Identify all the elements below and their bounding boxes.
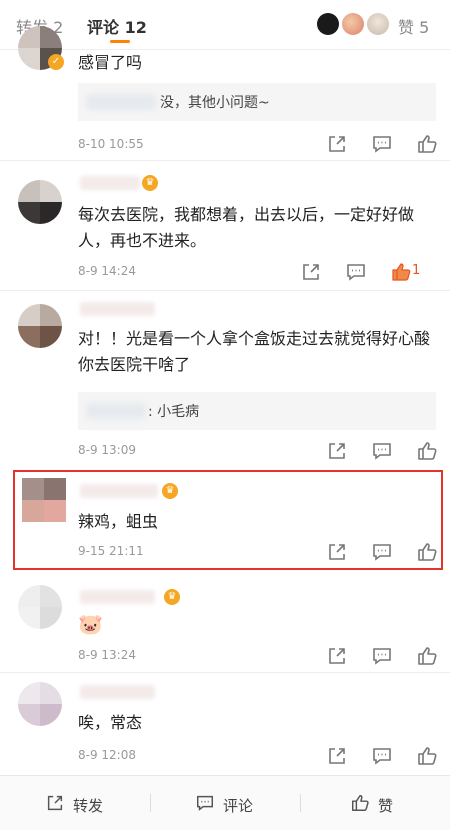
bottom-action-bar: 转发 评论 赞	[0, 775, 450, 830]
comment-time: 8-9 13:09	[78, 443, 136, 457]
divider	[0, 160, 450, 161]
tab-comments[interactable]: 评论 12	[87, 14, 147, 38]
author-name[interactable]	[80, 176, 140, 190]
avatar[interactable]	[18, 304, 62, 348]
comment-actions	[326, 645, 438, 667]
comment-actions	[326, 440, 438, 462]
author-name[interactable]	[80, 302, 155, 316]
comment-actions	[326, 133, 438, 155]
comment-time: 8-9 13:24	[78, 648, 136, 662]
comment-icon[interactable]	[371, 745, 393, 767]
comment-emoji: 🐷	[78, 612, 103, 636]
tab-likes[interactable]: 赞 5	[398, 14, 429, 38]
comment-actions: 1	[300, 261, 420, 283]
share-icon[interactable]	[326, 440, 348, 462]
author-name[interactable]	[80, 590, 155, 604]
share-icon[interactable]	[326, 645, 348, 667]
reply-box[interactable]: 没，其他小问题~	[78, 83, 436, 121]
repost-button[interactable]: 转发	[45, 793, 103, 817]
comment-text: 每次去医院，我都想着，出去以后，一定好好做人，再也不进来。	[78, 205, 415, 250]
like-icon	[350, 793, 378, 817]
avatar	[367, 13, 389, 35]
comment-text: 唉，常态	[78, 713, 143, 732]
comment-time: 8-9 14:24	[78, 264, 136, 278]
comment-text: 感冒了吗	[78, 53, 143, 72]
like-icon[interactable]	[416, 133, 438, 155]
list-item: 唉，常态 8-9 12:08	[0, 680, 450, 765]
reply-author[interactable]	[86, 94, 156, 110]
divider	[0, 672, 450, 673]
avatar[interactable]	[18, 682, 62, 726]
tab-bar: 转发 2 评论 12 赞 5	[0, 0, 450, 50]
comment-icon	[195, 793, 223, 817]
reply-text: 没，其他小问题~	[160, 95, 270, 111]
repost-label: 转发	[73, 796, 104, 815]
like-icon[interactable]	[416, 745, 438, 767]
avatar[interactable]	[18, 180, 62, 224]
reply-box[interactable]: : 小毛病	[78, 392, 436, 430]
like-icon[interactable]	[416, 645, 438, 667]
vip-badge-icon: ♛	[142, 175, 158, 191]
comment-label: 评论	[223, 796, 254, 815]
comment-text: 对！！光是看一个人拿个盒饭走过去就觉得好心酸 你去医院干啥了	[78, 329, 431, 374]
reply-author[interactable]	[86, 403, 146, 419]
comment-button[interactable]: 评论	[195, 793, 253, 817]
like-count: 1	[412, 263, 421, 278]
reply-text: : 小毛病	[148, 404, 200, 420]
active-tab-indicator	[110, 40, 130, 43]
list-item: ♛ 每次去医院，我都想着，出去以后，一定好好做人，再也不进来。 8-9 14:2…	[0, 168, 450, 286]
list-item: 对！！光是看一个人拿个盒饭走过去就觉得好心酸 你去医院干啥了 : 小毛病 8-9…	[0, 296, 450, 461]
like-label: 赞	[378, 796, 394, 815]
comment-time: 8-10 10:55	[78, 137, 144, 151]
liker-avatars[interactable]	[317, 13, 392, 35]
like-button[interactable]: 赞	[350, 793, 393, 817]
like-icon-active[interactable]	[390, 261, 412, 283]
avatar	[342, 13, 364, 35]
divider	[0, 290, 450, 291]
share-icon	[45, 793, 73, 817]
highlight-box	[13, 470, 443, 570]
avatar	[317, 13, 339, 35]
avatar[interactable]	[18, 585, 62, 629]
comment-icon[interactable]	[345, 261, 367, 283]
comment-icon[interactable]	[371, 133, 393, 155]
share-icon[interactable]	[326, 133, 348, 155]
list-item: ♛ 🐷 8-9 13:24	[0, 585, 450, 670]
list-item: ✓ 感冒了吗 没，其他小问题~ 8-10 10:55	[0, 26, 450, 160]
comment-time: 8-9 12:08	[78, 748, 136, 762]
divider	[300, 794, 301, 812]
comment-actions	[326, 745, 438, 767]
divider	[150, 794, 151, 812]
comment-icon[interactable]	[371, 645, 393, 667]
share-icon[interactable]	[326, 745, 348, 767]
vip-badge-icon: ✓	[48, 54, 64, 70]
comment-icon[interactable]	[371, 440, 393, 462]
like-icon[interactable]	[416, 440, 438, 462]
vip-badge-icon: ♛	[164, 589, 180, 605]
author-name[interactable]	[80, 685, 155, 699]
share-icon[interactable]	[300, 261, 322, 283]
